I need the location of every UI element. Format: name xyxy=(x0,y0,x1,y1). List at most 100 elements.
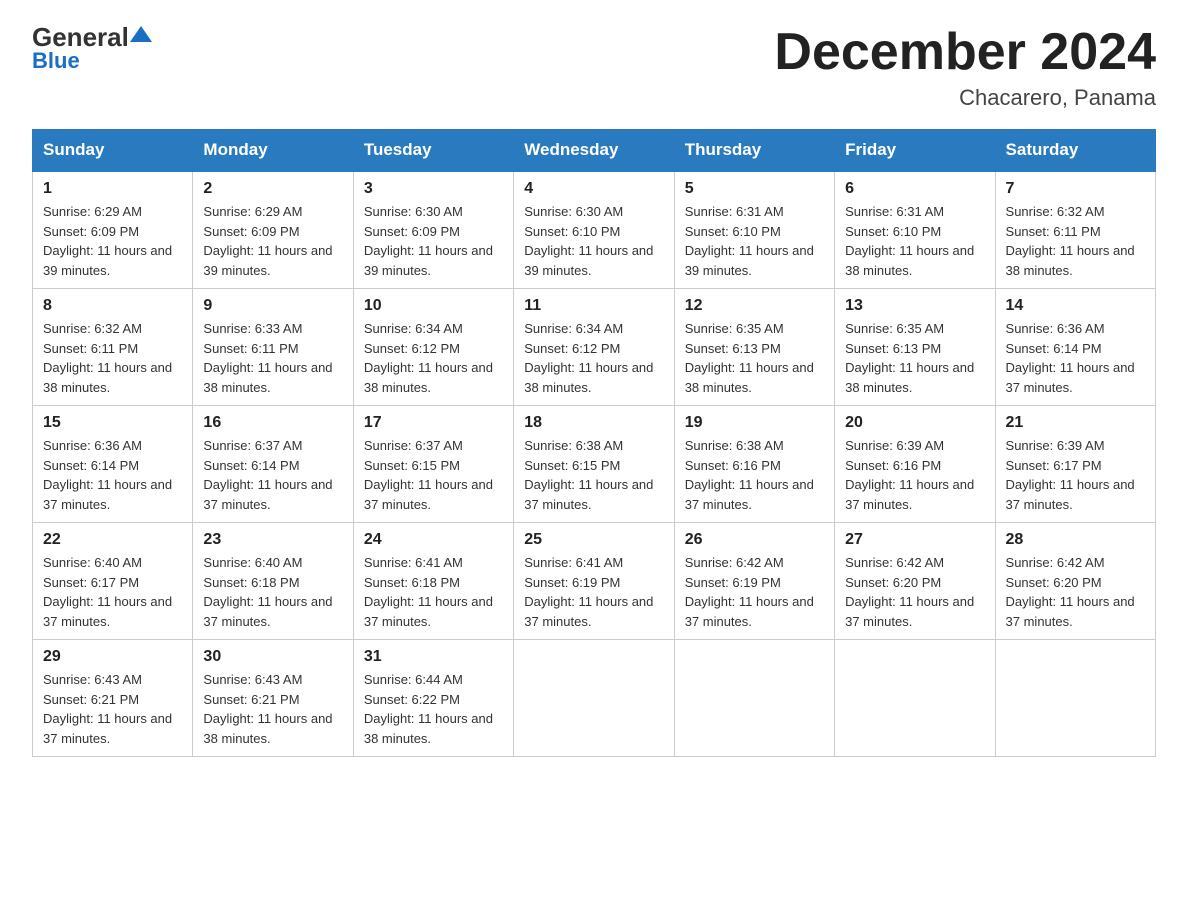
calendar-cell: 5 Sunrise: 6:31 AMSunset: 6:10 PMDayligh… xyxy=(674,171,834,289)
calendar-cell: 20 Sunrise: 6:39 AMSunset: 6:16 PMDaylig… xyxy=(835,406,995,523)
calendar-cell: 28 Sunrise: 6:42 AMSunset: 6:20 PMDaylig… xyxy=(995,523,1155,640)
calendar-cell: 8 Sunrise: 6:32 AMSunset: 6:11 PMDayligh… xyxy=(33,289,193,406)
calendar-cell: 22 Sunrise: 6:40 AMSunset: 6:17 PMDaylig… xyxy=(33,523,193,640)
day-info: Sunrise: 6:42 AMSunset: 6:20 PMDaylight:… xyxy=(1006,553,1145,631)
day-info: Sunrise: 6:30 AMSunset: 6:10 PMDaylight:… xyxy=(524,202,663,280)
calendar-cell: 25 Sunrise: 6:41 AMSunset: 6:19 PMDaylig… xyxy=(514,523,674,640)
weekday-header-wednesday: Wednesday xyxy=(514,130,674,172)
day-number: 11 xyxy=(524,297,663,315)
logo: General Blue xyxy=(32,24,152,74)
day-info: Sunrise: 6:32 AMSunset: 6:11 PMDaylight:… xyxy=(1006,202,1145,280)
day-info: Sunrise: 6:36 AMSunset: 6:14 PMDaylight:… xyxy=(1006,319,1145,397)
day-number: 5 xyxy=(685,180,824,198)
day-info: Sunrise: 6:29 AMSunset: 6:09 PMDaylight:… xyxy=(43,202,182,280)
weekday-header-tuesday: Tuesday xyxy=(353,130,513,172)
day-number: 13 xyxy=(845,297,984,315)
day-info: Sunrise: 6:31 AMSunset: 6:10 PMDaylight:… xyxy=(845,202,984,280)
calendar-table: SundayMondayTuesdayWednesdayThursdayFrid… xyxy=(32,129,1156,757)
day-number: 6 xyxy=(845,180,984,198)
day-info: Sunrise: 6:42 AMSunset: 6:20 PMDaylight:… xyxy=(845,553,984,631)
day-info: Sunrise: 6:42 AMSunset: 6:19 PMDaylight:… xyxy=(685,553,824,631)
day-number: 24 xyxy=(364,531,503,549)
calendar-cell: 1 Sunrise: 6:29 AMSunset: 6:09 PMDayligh… xyxy=(33,171,193,289)
calendar-week-row: 1 Sunrise: 6:29 AMSunset: 6:09 PMDayligh… xyxy=(33,171,1156,289)
calendar-cell: 17 Sunrise: 6:37 AMSunset: 6:15 PMDaylig… xyxy=(353,406,513,523)
day-info: Sunrise: 6:38 AMSunset: 6:15 PMDaylight:… xyxy=(524,436,663,514)
day-number: 22 xyxy=(43,531,182,549)
day-info: Sunrise: 6:35 AMSunset: 6:13 PMDaylight:… xyxy=(845,319,984,397)
day-number: 19 xyxy=(685,414,824,432)
calendar-cell: 30 Sunrise: 6:43 AMSunset: 6:21 PMDaylig… xyxy=(193,640,353,757)
day-info: Sunrise: 6:31 AMSunset: 6:10 PMDaylight:… xyxy=(685,202,824,280)
logo-blue: Blue xyxy=(32,48,80,74)
day-info: Sunrise: 6:34 AMSunset: 6:12 PMDaylight:… xyxy=(524,319,663,397)
day-number: 1 xyxy=(43,180,182,198)
day-info: Sunrise: 6:41 AMSunset: 6:18 PMDaylight:… xyxy=(364,553,503,631)
day-number: 4 xyxy=(524,180,663,198)
day-info: Sunrise: 6:30 AMSunset: 6:09 PMDaylight:… xyxy=(364,202,503,280)
calendar-cell: 6 Sunrise: 6:31 AMSunset: 6:10 PMDayligh… xyxy=(835,171,995,289)
logo-general: General xyxy=(32,24,129,50)
day-number: 12 xyxy=(685,297,824,315)
calendar-cell: 10 Sunrise: 6:34 AMSunset: 6:12 PMDaylig… xyxy=(353,289,513,406)
weekday-header-row: SundayMondayTuesdayWednesdayThursdayFrid… xyxy=(33,130,1156,172)
calendar-cell: 31 Sunrise: 6:44 AMSunset: 6:22 PMDaylig… xyxy=(353,640,513,757)
day-info: Sunrise: 6:43 AMSunset: 6:21 PMDaylight:… xyxy=(203,670,342,748)
day-info: Sunrise: 6:35 AMSunset: 6:13 PMDaylight:… xyxy=(685,319,824,397)
day-info: Sunrise: 6:40 AMSunset: 6:18 PMDaylight:… xyxy=(203,553,342,631)
day-number: 18 xyxy=(524,414,663,432)
calendar-week-row: 22 Sunrise: 6:40 AMSunset: 6:17 PMDaylig… xyxy=(33,523,1156,640)
calendar-cell: 24 Sunrise: 6:41 AMSunset: 6:18 PMDaylig… xyxy=(353,523,513,640)
weekday-header-thursday: Thursday xyxy=(674,130,834,172)
day-number: 7 xyxy=(1006,180,1145,198)
logo-icon xyxy=(130,24,152,46)
day-number: 10 xyxy=(364,297,503,315)
day-number: 14 xyxy=(1006,297,1145,315)
day-info: Sunrise: 6:41 AMSunset: 6:19 PMDaylight:… xyxy=(524,553,663,631)
weekday-header-sunday: Sunday xyxy=(33,130,193,172)
page-header: General Blue December 2024 Chacarero, Pa… xyxy=(32,24,1156,111)
calendar-cell: 26 Sunrise: 6:42 AMSunset: 6:19 PMDaylig… xyxy=(674,523,834,640)
location: Chacarero, Panama xyxy=(774,85,1156,111)
calendar-cell: 19 Sunrise: 6:38 AMSunset: 6:16 PMDaylig… xyxy=(674,406,834,523)
calendar-cell: 13 Sunrise: 6:35 AMSunset: 6:13 PMDaylig… xyxy=(835,289,995,406)
calendar-cell: 4 Sunrise: 6:30 AMSunset: 6:10 PMDayligh… xyxy=(514,171,674,289)
day-number: 3 xyxy=(364,180,503,198)
weekday-header-saturday: Saturday xyxy=(995,130,1155,172)
calendar-cell: 7 Sunrise: 6:32 AMSunset: 6:11 PMDayligh… xyxy=(995,171,1155,289)
day-info: Sunrise: 6:34 AMSunset: 6:12 PMDaylight:… xyxy=(364,319,503,397)
calendar-cell: 29 Sunrise: 6:43 AMSunset: 6:21 PMDaylig… xyxy=(33,640,193,757)
calendar-cell: 18 Sunrise: 6:38 AMSunset: 6:15 PMDaylig… xyxy=(514,406,674,523)
day-info: Sunrise: 6:38 AMSunset: 6:16 PMDaylight:… xyxy=(685,436,824,514)
calendar-week-row: 15 Sunrise: 6:36 AMSunset: 6:14 PMDaylig… xyxy=(33,406,1156,523)
calendar-cell: 16 Sunrise: 6:37 AMSunset: 6:14 PMDaylig… xyxy=(193,406,353,523)
calendar-cell: 11 Sunrise: 6:34 AMSunset: 6:12 PMDaylig… xyxy=(514,289,674,406)
calendar-cell: 2 Sunrise: 6:29 AMSunset: 6:09 PMDayligh… xyxy=(193,171,353,289)
calendar-cell: 21 Sunrise: 6:39 AMSunset: 6:17 PMDaylig… xyxy=(995,406,1155,523)
day-info: Sunrise: 6:39 AMSunset: 6:17 PMDaylight:… xyxy=(1006,436,1145,514)
day-info: Sunrise: 6:36 AMSunset: 6:14 PMDaylight:… xyxy=(43,436,182,514)
calendar-cell xyxy=(674,640,834,757)
day-number: 27 xyxy=(845,531,984,549)
day-info: Sunrise: 6:43 AMSunset: 6:21 PMDaylight:… xyxy=(43,670,182,748)
day-info: Sunrise: 6:33 AMSunset: 6:11 PMDaylight:… xyxy=(203,319,342,397)
day-info: Sunrise: 6:29 AMSunset: 6:09 PMDaylight:… xyxy=(203,202,342,280)
calendar-cell: 15 Sunrise: 6:36 AMSunset: 6:14 PMDaylig… xyxy=(33,406,193,523)
calendar-cell: 14 Sunrise: 6:36 AMSunset: 6:14 PMDaylig… xyxy=(995,289,1155,406)
calendar-cell xyxy=(835,640,995,757)
month-title: December 2024 xyxy=(774,24,1156,81)
day-info: Sunrise: 6:40 AMSunset: 6:17 PMDaylight:… xyxy=(43,553,182,631)
title-area: December 2024 Chacarero, Panama xyxy=(774,24,1156,111)
day-number: 23 xyxy=(203,531,342,549)
calendar-week-row: 8 Sunrise: 6:32 AMSunset: 6:11 PMDayligh… xyxy=(33,289,1156,406)
day-number: 2 xyxy=(203,180,342,198)
day-info: Sunrise: 6:39 AMSunset: 6:16 PMDaylight:… xyxy=(845,436,984,514)
calendar-week-row: 29 Sunrise: 6:43 AMSunset: 6:21 PMDaylig… xyxy=(33,640,1156,757)
day-info: Sunrise: 6:37 AMSunset: 6:14 PMDaylight:… xyxy=(203,436,342,514)
calendar-cell xyxy=(995,640,1155,757)
calendar-cell: 9 Sunrise: 6:33 AMSunset: 6:11 PMDayligh… xyxy=(193,289,353,406)
day-number: 25 xyxy=(524,531,663,549)
calendar-cell: 3 Sunrise: 6:30 AMSunset: 6:09 PMDayligh… xyxy=(353,171,513,289)
day-number: 29 xyxy=(43,648,182,666)
day-number: 17 xyxy=(364,414,503,432)
